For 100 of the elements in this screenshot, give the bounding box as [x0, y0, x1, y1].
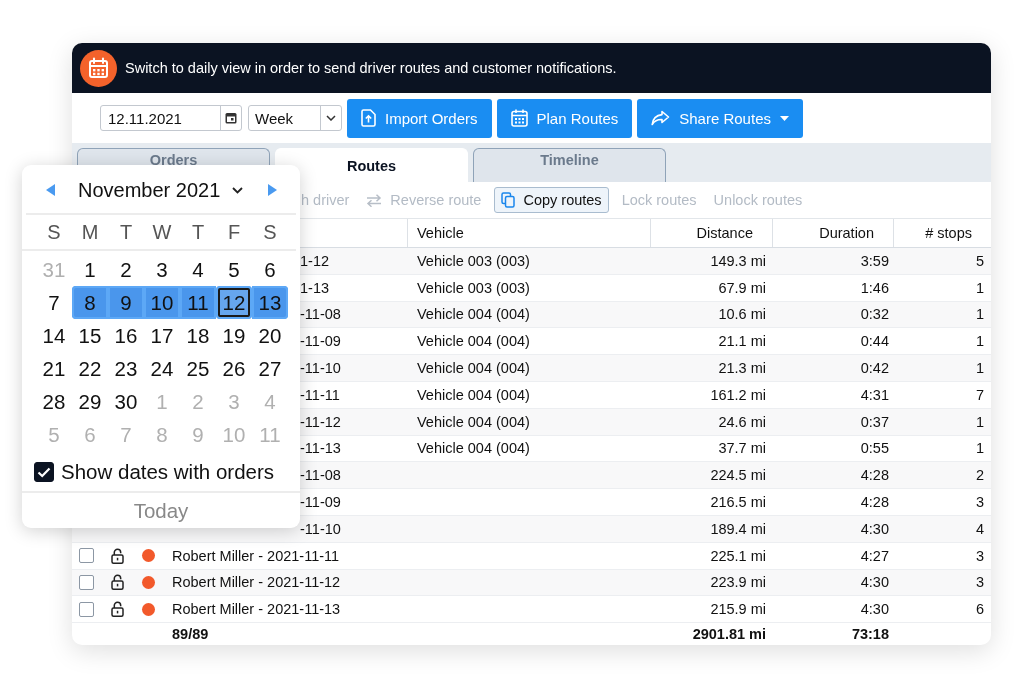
swap-arrows-icon [366, 193, 383, 207]
calendar-icon[interactable] [225, 112, 237, 124]
padlock-icon[interactable] [111, 574, 124, 591]
stops-cell: 1 [975, 306, 984, 323]
route-cell: -11-09 [300, 494, 341, 511]
checkbox-label[interactable]: Show dates with orders [61, 460, 275, 484]
route-cell: Robert Miller - 2021-11-13 [172, 601, 341, 618]
calendar-day[interactable]: 14 [36, 319, 72, 352]
weekday-label: F [227, 220, 241, 244]
calendar-day[interactable]: 11 [180, 286, 216, 319]
distance-cell: 223.9 mi [710, 574, 766, 591]
duration-cell: 0:32 [860, 306, 889, 323]
calendar-day[interactable]: 1 [72, 253, 108, 286]
upload-file-icon [361, 109, 376, 127]
route-cell: -11-11 [300, 386, 340, 403]
calendar-day[interactable]: 10 [144, 286, 180, 319]
stops-cell: 1 [975, 440, 984, 457]
calendar-day[interactable]: 6 [252, 253, 288, 286]
month-title[interactable]: November 2021 [78, 178, 221, 202]
padlock-icon[interactable] [111, 547, 124, 564]
row-checkbox[interactable] [78, 548, 94, 564]
weekday-label: T [119, 220, 133, 244]
route-cell: Robert Miller - 2021-11-11 [172, 547, 340, 564]
calendar-day[interactable]: 13 [252, 286, 288, 319]
vehicle-cell: Vehicle 003 (003) [417, 279, 530, 296]
distance-cell: 225.1 mi [710, 547, 766, 564]
next-month-icon[interactable] [268, 184, 277, 196]
calendar-day[interactable]: 8 [72, 286, 108, 319]
route-cell: -11-08 [300, 467, 341, 484]
route-cell: -11-09 [300, 333, 341, 350]
distance-cell: 24.6 mi [718, 413, 766, 430]
duration-cell: 4:28 [860, 494, 889, 511]
column-header[interactable]: # stops [893, 219, 991, 247]
calendar-day[interactable]: 30 [108, 385, 144, 418]
route-cell: 1-12 [300, 252, 330, 269]
calendar-day[interactable]: 29 [72, 385, 108, 418]
calendar-day[interactable]: 26 [216, 352, 252, 385]
duration-cell: 4:30 [860, 520, 889, 537]
vehicle-cell: Vehicle 004 (004) [417, 306, 530, 323]
calendar-day[interactable]: 17 [144, 319, 180, 352]
vehicle-cell: Vehicle 004 (004) [417, 333, 530, 350]
calendar-day[interactable]: 21 [36, 352, 72, 385]
calendar-icon [80, 49, 117, 87]
calendar-day[interactable]: 20 [252, 319, 288, 352]
today-button[interactable]: Today [129, 496, 193, 525]
calendar-day[interactable]: 19 [216, 319, 252, 352]
weekday-label: S [47, 220, 61, 244]
stops-cell: 7 [975, 386, 984, 403]
stops-cell: 6 [975, 601, 984, 618]
calendar-day[interactable]: 16 [108, 319, 144, 352]
vehicle-cell: Vehicle 004 (004) [417, 413, 530, 430]
calendar-day[interactable]: 5 [216, 253, 252, 286]
calendar-day[interactable]: 2 [108, 253, 144, 286]
calendar-day[interactable]: 18 [180, 319, 216, 352]
tab[interactable]: Routes [275, 148, 468, 182]
duration-cell: 4:30 [860, 574, 889, 591]
distance-cell: 149.3 mi [710, 252, 766, 269]
stops-cell: 5 [975, 252, 984, 269]
duration-cell: 3:59 [860, 252, 889, 269]
distance-cell: 215.9 mi [710, 601, 766, 618]
row-checkbox[interactable] [78, 574, 94, 590]
column-header[interactable]: Distance [650, 219, 772, 247]
calendar-day[interactable]: 3 [144, 253, 180, 286]
duration-cell: 0:37 [860, 413, 889, 430]
distance-cell: 10.6 mi [718, 306, 766, 323]
calendar-day[interactable]: 28 [36, 385, 72, 418]
vehicle-cell: Vehicle 003 (003) [417, 252, 530, 269]
weekday-label: S [263, 220, 277, 244]
stops-cell: 4 [975, 520, 984, 537]
weekday-label: T [191, 220, 205, 244]
calendar-day[interactable]: 23 [108, 352, 144, 385]
calendar-day[interactable]: 22 [72, 352, 108, 385]
action-button[interactable]: Copy routes [494, 187, 609, 213]
route-cell: -11-10 [300, 520, 341, 537]
row-checkbox[interactable] [78, 601, 94, 617]
share-arrow-icon [651, 110, 671, 126]
distance-cell: 21.1 mi [718, 333, 766, 350]
calendar-day[interactable]: 27 [252, 352, 288, 385]
checkbox[interactable] [34, 462, 54, 482]
calendar-day[interactable]: 12 [216, 286, 252, 319]
calendar-day[interactable]: 4 [180, 253, 216, 286]
calendar-day[interactable]: 9 [108, 286, 144, 319]
column-header[interactable]: Duration [772, 219, 893, 247]
calendar-day[interactable]: 25 [180, 352, 216, 385]
stops-cell: 1 [975, 279, 984, 296]
calendar-day[interactable]: 15 [72, 319, 108, 352]
total-duration: 73:18 [851, 626, 889, 643]
route-cell: -11-12 [300, 413, 341, 430]
padlock-icon[interactable] [111, 601, 124, 618]
calendar-day[interactable]: 24 [144, 352, 180, 385]
view-select[interactable]: Week [248, 105, 342, 131]
duration-cell: 4:30 [860, 601, 889, 618]
date-field[interactable]: 12.11.2021 [100, 105, 242, 131]
calendar-day[interactable]: 7 [36, 286, 72, 319]
previous-month-icon[interactable] [46, 184, 55, 196]
stops-cell: 1 [975, 333, 984, 350]
chevron-down-icon[interactable] [232, 186, 244, 194]
duration-cell: 4:28 [860, 467, 889, 484]
stops-cell: 3 [975, 547, 984, 564]
column-header[interactable]: Vehicle [407, 219, 650, 247]
